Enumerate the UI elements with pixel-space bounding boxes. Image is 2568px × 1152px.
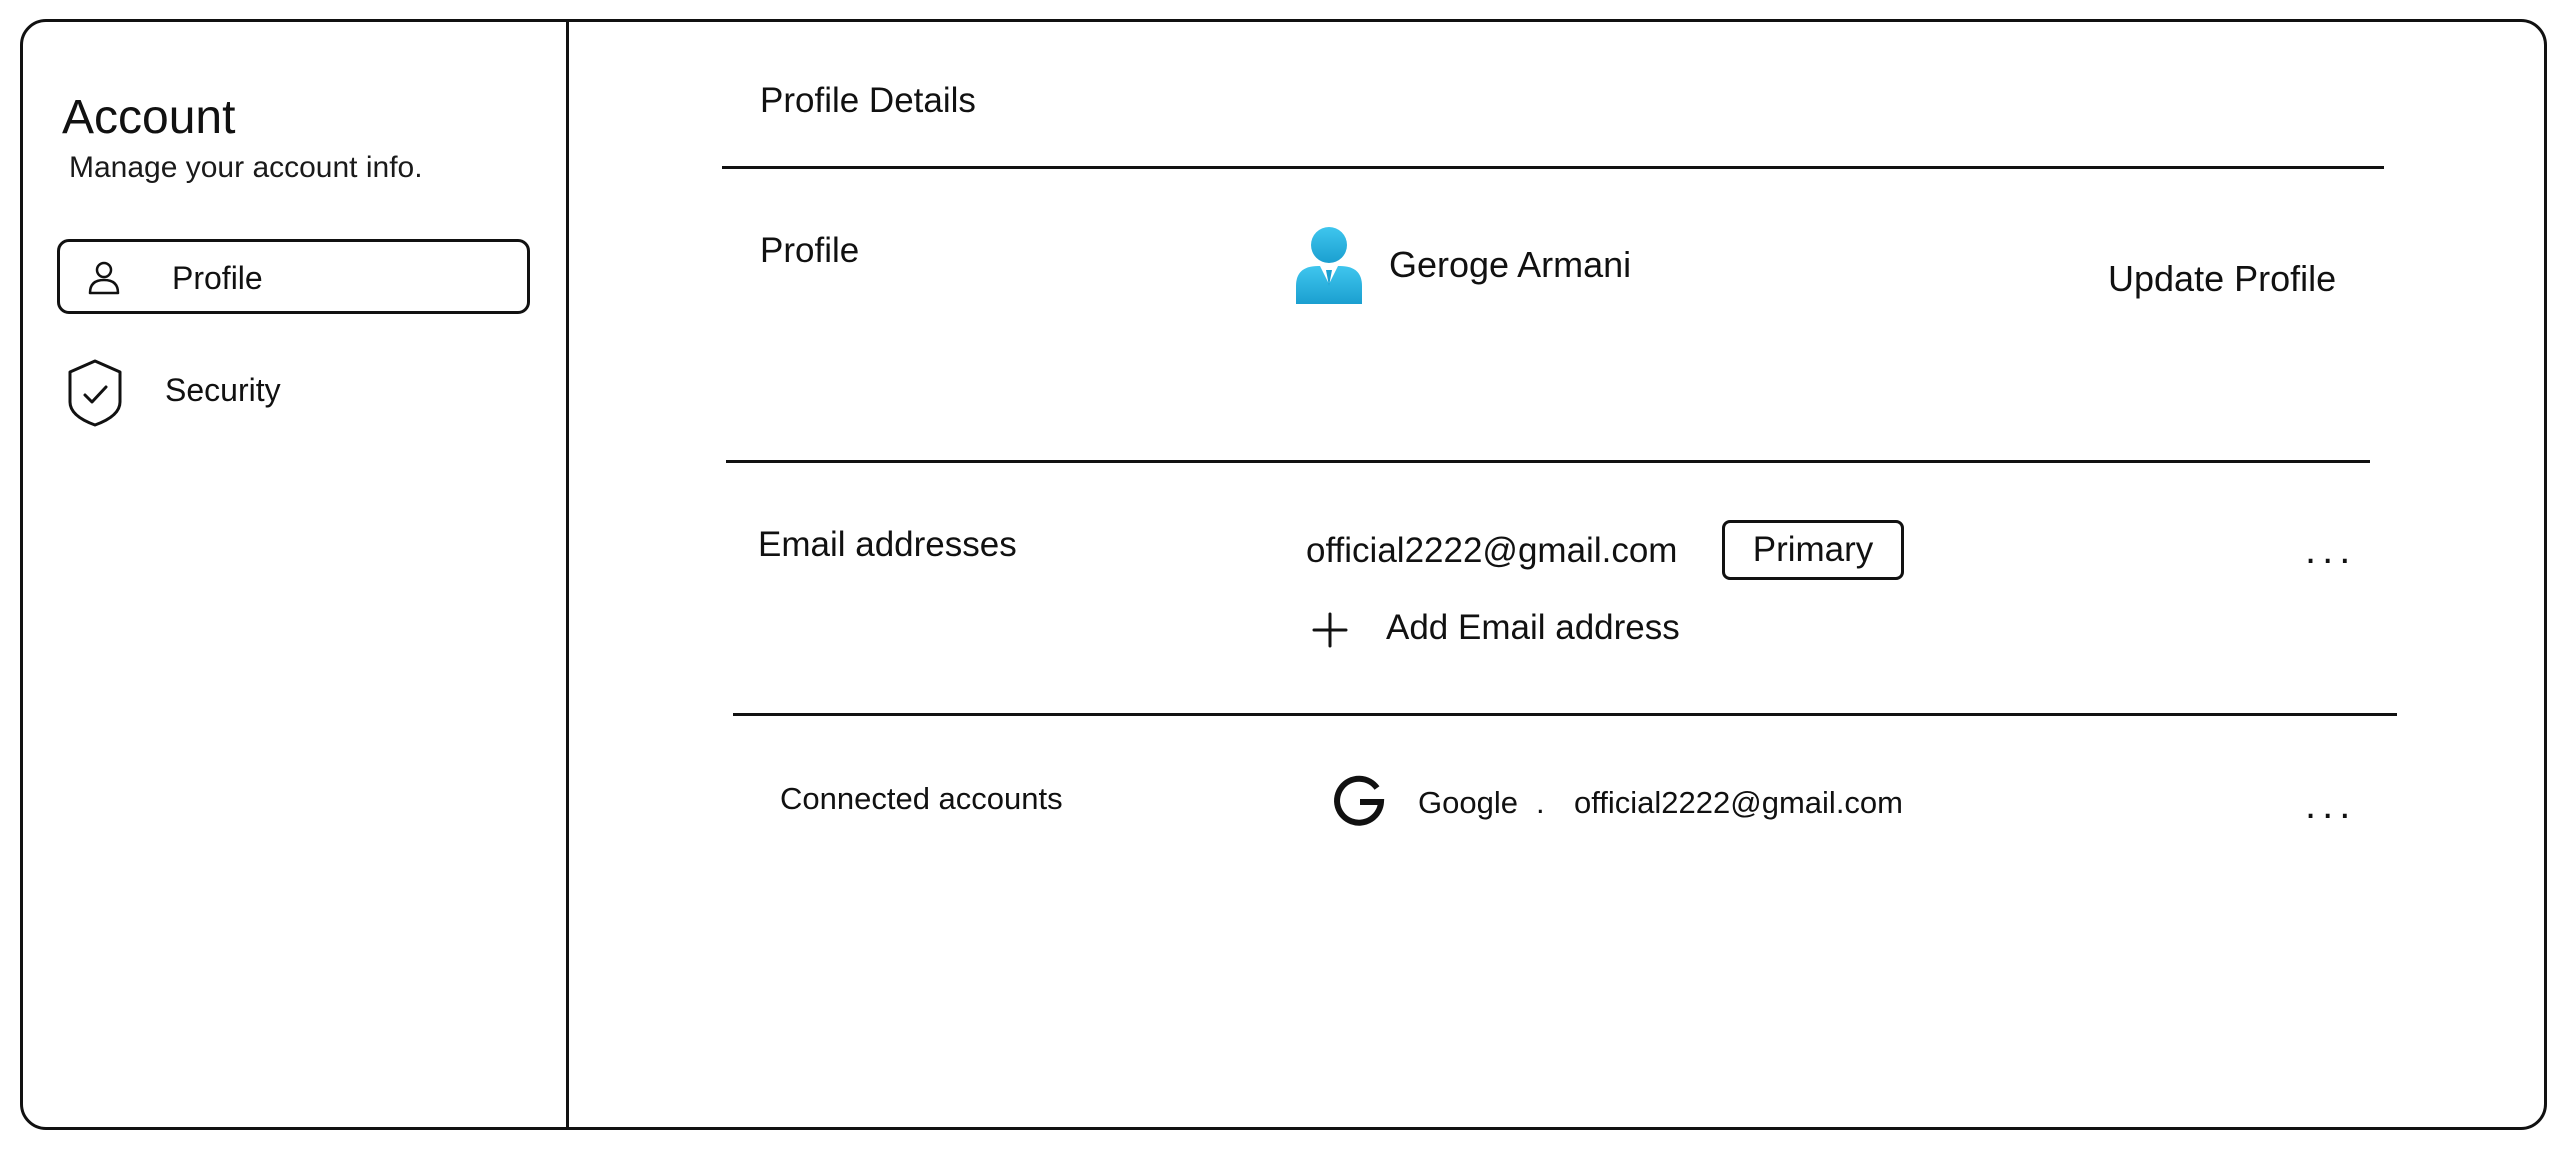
sidebar-item-profile[interactable]: Profile [57, 239, 530, 314]
sidebar-item-label: Security [165, 372, 281, 408]
sidebar-item-label: Profile [172, 260, 263, 296]
primary-badge: Primary [1722, 520, 1904, 580]
google-icon [1334, 775, 1385, 826]
page-title: Profile Details [760, 81, 976, 120]
profile-name: Geroge Armani [1389, 244, 1632, 285]
account-title: Account [62, 91, 236, 144]
connected-accounts-label: Connected accounts [780, 781, 1063, 816]
add-email-button[interactable]: Add Email address [1386, 607, 1680, 649]
sidebar-divider [566, 19, 569, 1130]
provider-separator: . [1536, 785, 1545, 820]
section-divider [722, 166, 2384, 169]
section-divider [726, 460, 2370, 463]
email-address: official2222@gmail.com [1306, 531, 1678, 570]
sidebar-item-security[interactable]: Security [57, 352, 530, 432]
update-profile-button[interactable]: Update Profile [2108, 258, 2336, 300]
email-label: Email addresses [758, 525, 1017, 564]
account-subtitle: Manage your account info. [69, 151, 423, 184]
avatar-icon [1296, 227, 1362, 304]
shield-check-icon [68, 359, 122, 427]
user-icon [88, 261, 120, 295]
profile-label: Profile [760, 231, 860, 270]
section-divider [733, 713, 2397, 716]
connected-more-icon[interactable]: ... [2305, 785, 2356, 825]
connected-email: official2222@gmail.com [1574, 785, 1903, 820]
plus-icon[interactable] [1310, 610, 1350, 650]
email-more-icon[interactable]: ... [2305, 530, 2356, 570]
connected-provider: Google [1418, 785, 1518, 820]
